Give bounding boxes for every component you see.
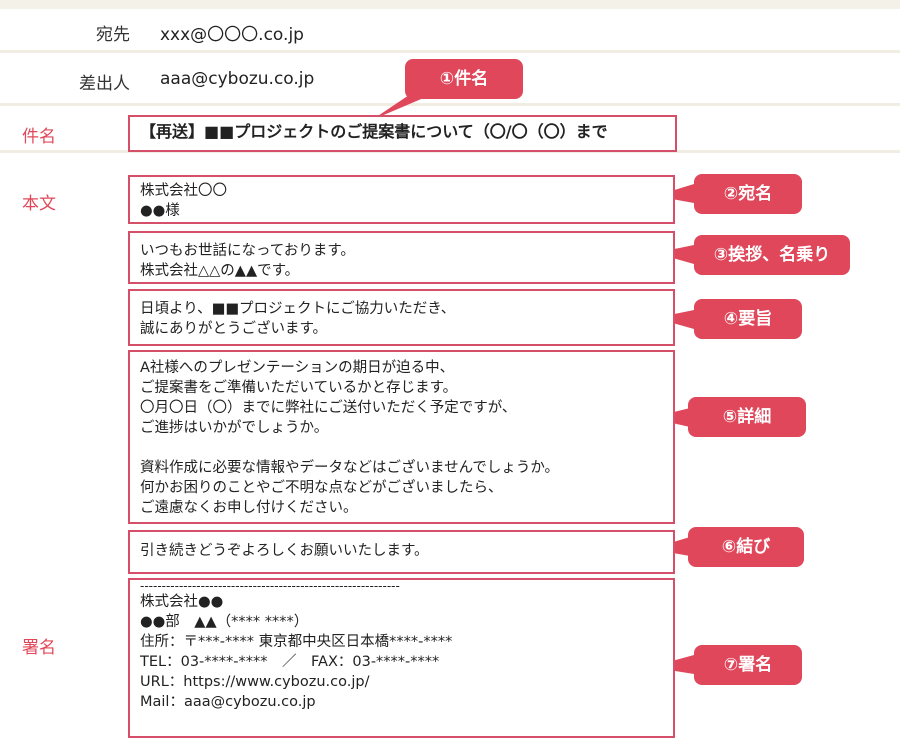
subject-text: 【再送】■■プロジェクトのご提案書について（〇/〇（〇）まで — [140, 122, 608, 141]
closing-line: 引き続きどうぞよろしくお願いいたします。 — [140, 543, 429, 559]
top-band — [0, 0, 900, 9]
to-value: xxx@〇〇〇.co.jp — [160, 25, 304, 45]
summary-line: 誠にありがとうございます。 — [140, 321, 328, 337]
details-line: ご提案書をご準備いただいているかと存じます。 — [140, 380, 458, 396]
summary-line: 日頃より、■■プロジェクトにご協力いただき、 — [140, 301, 456, 317]
greeting-line: いつもお世話になっております。 — [140, 243, 355, 259]
subject-box: 【再送】■■プロジェクトのご提案書について（〇/〇（〇）まで — [128, 115, 677, 152]
signature-side-label: 署名 — [22, 638, 56, 658]
signature-line: 株式会社●● — [140, 594, 224, 610]
callout-summary: ④要旨 — [694, 299, 802, 339]
closing-box: 引き続きどうぞよろしくお願いいたします。 — [128, 530, 675, 574]
to-label: 宛先 — [96, 25, 130, 45]
addressee-box: 株式会社〇〇 ●●様 — [128, 175, 675, 224]
callout-closing: ⑥結び — [688, 527, 804, 567]
details-line: ご進捗はいかがでしょうか。 — [140, 420, 329, 436]
divider — [0, 103, 900, 106]
callout-greeting: ③挨拶、名乗り — [694, 235, 850, 275]
signature-line: ●●部 ▲▲（**** ****） — [140, 614, 309, 630]
divider — [0, 50, 900, 53]
details-line: ご遠慮なくお申し付けください。 — [140, 500, 358, 516]
greeting-line: 株式会社△△の▲▲です。 — [140, 263, 300, 279]
signature-line: 住所：〒***-**** 東京都中央区日本橋****-**** — [140, 634, 453, 650]
summary-box: 日頃より、■■プロジェクトにご協力いただき、 誠にありがとうございます。 — [128, 289, 675, 346]
signature-line: URL：https://www.cybozu.co.jp/ — [140, 674, 370, 690]
callout-subject: ①件名 — [405, 59, 523, 99]
greeting-box: いつもお世話になっております。 株式会社△△の▲▲です。 — [128, 231, 675, 284]
addressee-line: ●●様 — [140, 203, 180, 219]
addressee-line: 株式会社〇〇 — [140, 183, 227, 199]
signature-box: ----------------------------------------… — [128, 578, 675, 738]
callout-details: ⑤詳細 — [688, 397, 806, 437]
details-line: A社様へのプレゼンテーションの期日が迫る中、 — [140, 360, 455, 376]
from-value: aaa@cybozu.co.jp — [160, 69, 315, 89]
details-line — [140, 438, 663, 458]
signature-separator: ----------------------------------------… — [140, 580, 400, 592]
callout-signature: ⑦署名 — [694, 645, 802, 685]
details-line: 〇月〇日（〇）までに弊社にご送付いただく予定ですが、 — [140, 400, 517, 416]
callout-addressee: ②宛名 — [694, 174, 802, 214]
body-side-label: 本文 — [22, 194, 56, 214]
signature-line: TEL：03-****-**** ／ FAX：03-****-**** — [140, 654, 440, 670]
signature-line: Mail：aaa@cybozu.co.jp — [140, 694, 316, 710]
details-box: A社様へのプレゼンテーションの期日が迫る中、 ご提案書をご準備いただいているかと… — [128, 350, 675, 524]
details-line: 資料作成に必要な情報やデータなどはございませんでしょうか。 — [140, 460, 560, 476]
details-line: 何かお困りのことやご不明な点などがございましたら、 — [140, 480, 503, 496]
subject-side-label: 件名 — [22, 127, 56, 147]
from-label: 差出人 — [79, 74, 130, 94]
